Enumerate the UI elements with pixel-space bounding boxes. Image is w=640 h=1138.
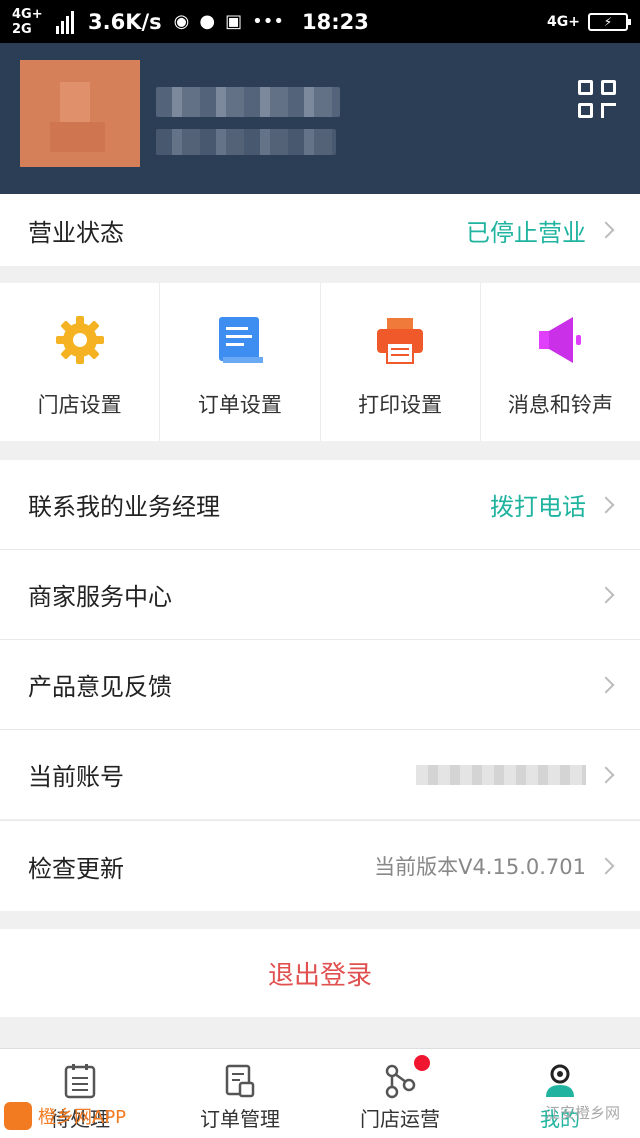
battery-charging-icon: ⚡ <box>603 14 613 29</box>
chevron-right-icon <box>597 586 615 603</box>
printer-icon <box>375 315 425 365</box>
network-indicator: 4G+ 2G <box>12 7 54 37</box>
tab-store-operations[interactable]: 门店运营 <box>320 1049 480 1138</box>
notification-icon: ▣ <box>225 11 243 32</box>
weibo-icon: ◉ <box>173 11 190 32</box>
quick-actions-grid: 门店设置 订单设置 打印设置 消息和铃声 <box>0 283 640 441</box>
document-icon <box>215 315 265 365</box>
chevron-right-icon <box>597 496 615 513</box>
chevron-right-icon <box>597 221 615 239</box>
qr-code-icon[interactable] <box>578 80 616 118</box>
battery-icon: ⚡ <box>588 12 631 31</box>
clipboard-icon <box>64 1063 96 1099</box>
account-blurred <box>416 764 586 785</box>
order-settings-button[interactable]: 订单设置 <box>160 283 321 441</box>
more-icon: ••• <box>252 11 284 32</box>
gear-icon <box>55 315 105 365</box>
network-type-right: 4G+ <box>547 13 580 30</box>
current-version: 当前版本V4.15.0.701 <box>374 855 586 879</box>
watermark-left: 橙乡网APP <box>4 1102 126 1130</box>
feedback-row[interactable]: 产品意见反馈 <box>0 640 640 729</box>
branch-icon <box>384 1063 416 1099</box>
business-status-value: 已停止营业 <box>466 218 586 247</box>
avatar[interactable] <box>20 60 140 167</box>
contact-manager-row[interactable]: 联系我的业务经理 拨打电话 <box>0 460 640 549</box>
watermark-left-text: 橙乡网APP <box>38 1107 127 1128</box>
call-phone-link[interactable]: 拨打电话 <box>490 487 586 522</box>
tab-mine[interactable]: 我的 <box>480 1049 640 1138</box>
store-name-blurred <box>156 87 340 117</box>
current-account-label: 当前账号 <box>28 763 124 791</box>
message-ringtone-label: 消息和铃声 <box>507 393 613 417</box>
check-update-label: 检查更新 <box>28 854 124 883</box>
feedback-label: 产品意见反馈 <box>28 673 172 701</box>
network-type-top: 4G+ <box>12 6 43 22</box>
store-settings-button[interactable]: 门店设置 <box>0 283 161 441</box>
business-status-label: 营业状态 <box>28 218 124 247</box>
signal-icon <box>56 10 78 34</box>
print-settings-button[interactable]: 打印设置 <box>321 283 481 441</box>
current-account-row[interactable]: 当前账号 <box>0 730 640 819</box>
store-info-blurred <box>156 129 336 155</box>
wechat-icon: ● <box>199 11 216 32</box>
chevron-right-icon <box>597 676 615 693</box>
store-settings-label: 门店设置 <box>37 393 122 417</box>
chevron-right-icon <box>597 766 615 783</box>
print-settings-label: 打印设置 <box>358 393 443 417</box>
status-bar: 4G+ 2G 3.6K/s ◉ ● ▣ ••• 18:23 4G+ ⚡ <box>0 0 640 43</box>
profile-header <box>0 43 640 194</box>
speaker-icon <box>535 315 585 365</box>
order-list-icon <box>224 1063 256 1099</box>
check-update-row[interactable]: 检查更新 当前版本V4.15.0.701 <box>0 821 640 911</box>
logout-button[interactable]: 退出登录 <box>0 929 640 1017</box>
order-settings-label: 订单设置 <box>197 393 282 417</box>
contact-manager-label: 联系我的业务经理 <box>28 493 220 521</box>
chevron-right-icon <box>597 857 615 875</box>
business-status-row[interactable]: 营业状态 已停止营业 <box>0 194 640 266</box>
user-icon <box>544 1063 576 1099</box>
tab-order-management-label: 订单管理 <box>200 1107 280 1131</box>
network-type-bottom: 2G <box>12 21 32 37</box>
merchant-service-label: 商家服务中心 <box>28 583 172 611</box>
message-ringtone-button[interactable]: 消息和铃声 <box>481 283 640 441</box>
watermark-right: 江安橙乡网 <box>544 1104 620 1122</box>
notification-badge <box>414 1055 430 1071</box>
clock: 18:23 <box>301 9 369 34</box>
network-speed: 3.6K/s <box>88 9 162 34</box>
tab-order-management[interactable]: 订单管理 <box>160 1049 320 1138</box>
brand-logo-icon <box>4 1102 32 1130</box>
tab-store-operations-label: 门店运营 <box>360 1107 440 1131</box>
merchant-service-row[interactable]: 商家服务中心 <box>0 550 640 639</box>
